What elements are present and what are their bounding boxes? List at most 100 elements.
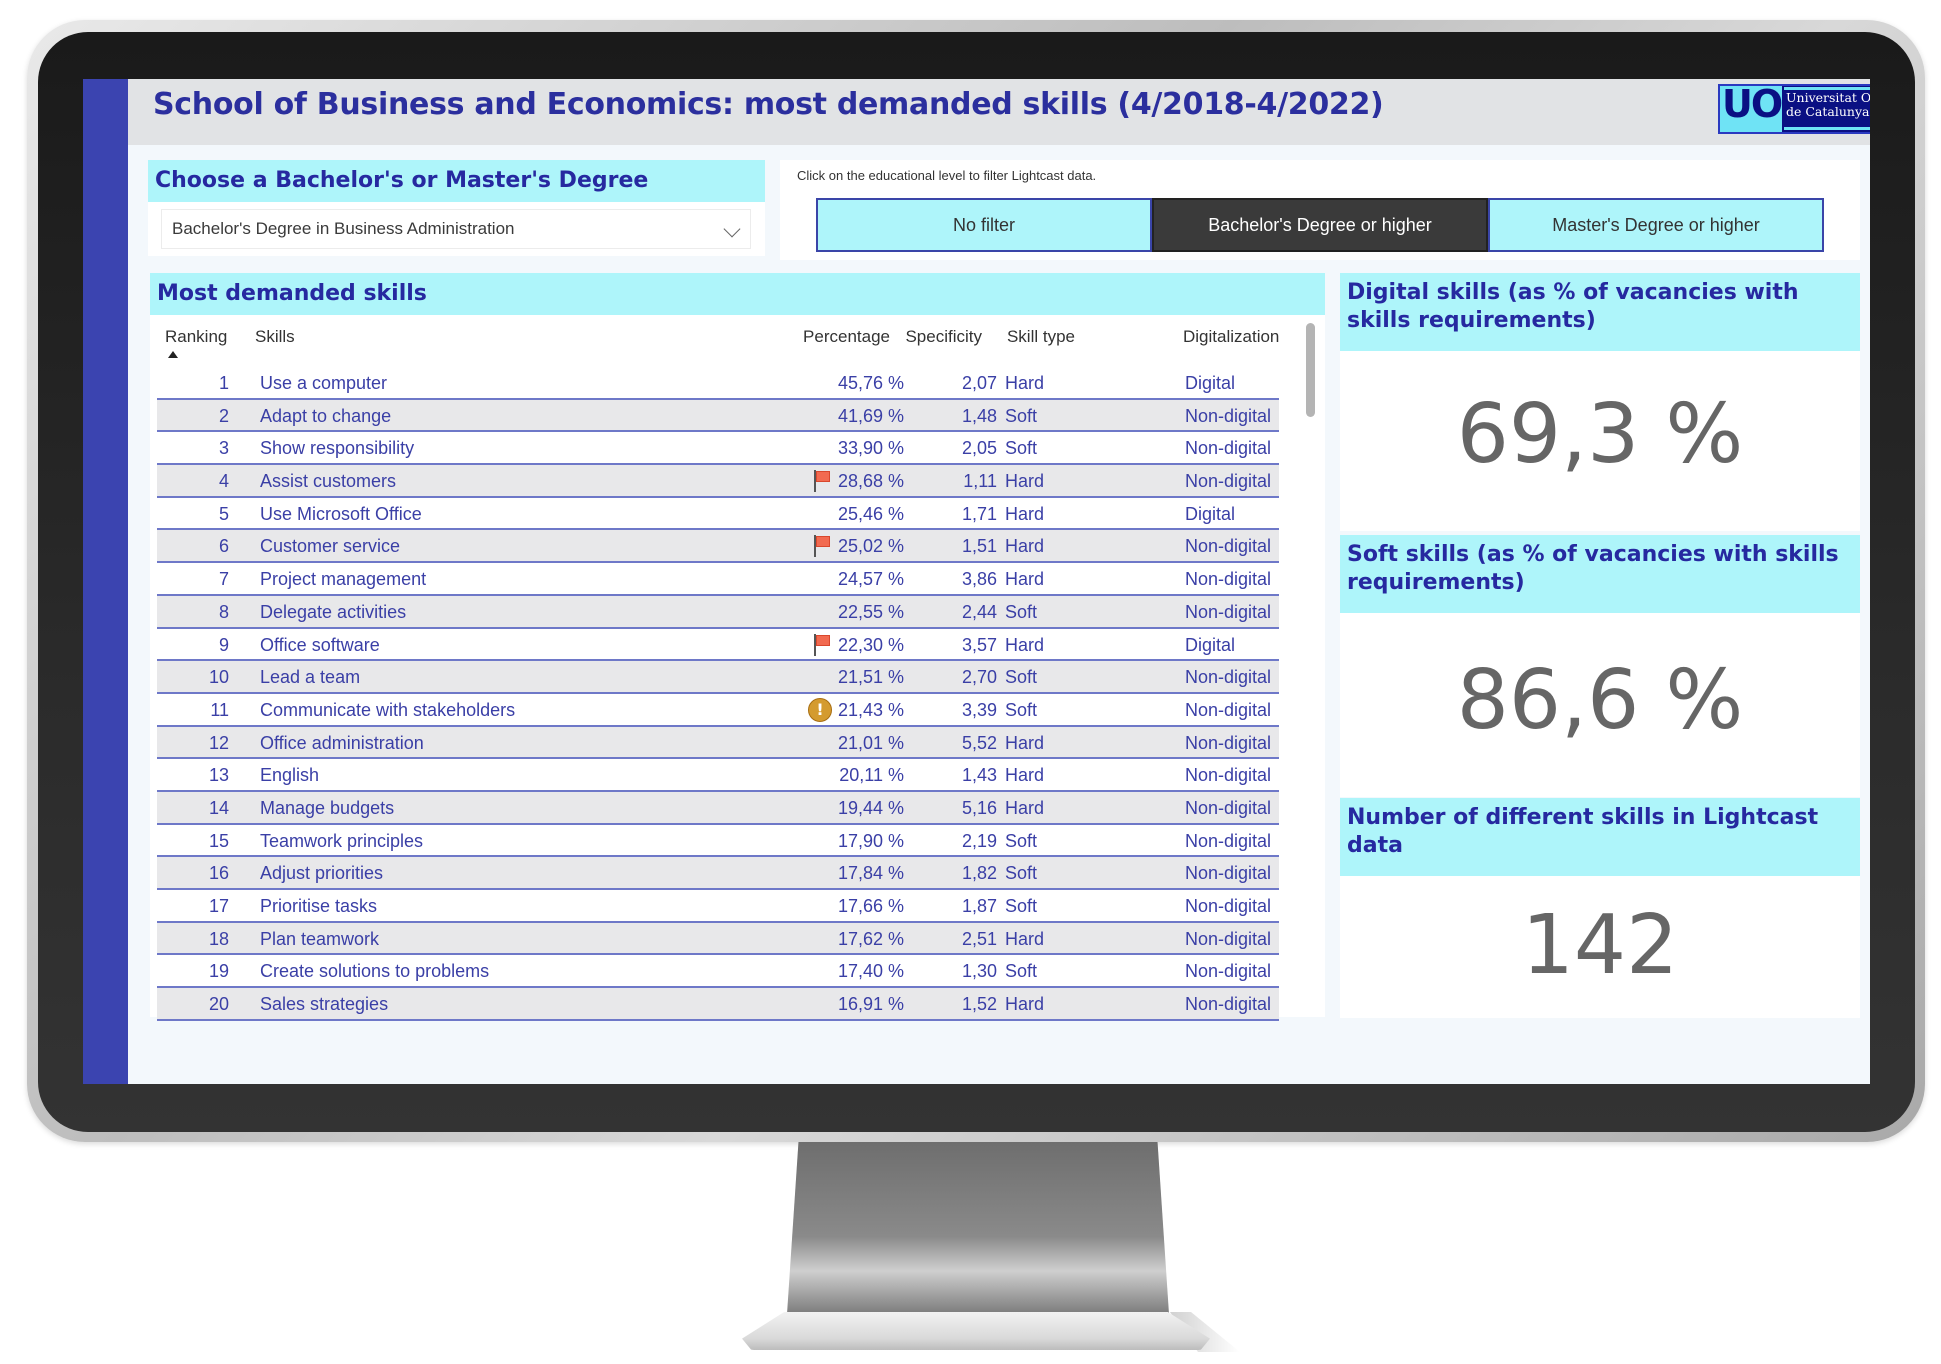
cell-ranking: 12 [208,732,229,753]
cell-skill: Teamwork principles [260,830,424,851]
education-filter-card: Click on the educational level to filter… [780,160,1860,260]
sort-ascending-icon [168,351,178,358]
column-header-skill-type[interactable]: Skill type [1007,327,1075,347]
cell-ranking: 9 [218,634,229,655]
cell-skill-type: Hard [1005,373,1045,393]
column-header-ranking[interactable]: Ranking [165,327,227,347]
table-scrollbar[interactable] [1306,323,1315,417]
cell-digitalization: Non-digital [1185,830,1272,851]
column-header-percentage[interactable]: Percentage [803,327,890,347]
cell-digitalization: Non-digital [1185,601,1272,622]
degree-dropdown[interactable]: Bachelor's Degree in Business Administra… [161,209,751,249]
cell-specificity: 2,19 [961,830,997,851]
cell-skill: Use Microsoft Office [260,503,422,524]
kpi-value: 69,3 % [1456,387,1744,482]
cell-skill: Delegate activities [260,601,407,622]
cell-specificity: 5,16 [961,797,997,818]
cell-ranking: 3 [218,438,229,459]
table-row[interactable]: 14 Manage budgets 19,44 % 5,16 Hard Non-digit… [157,791,1279,825]
cell-percentage: 24,57 % [837,569,904,590]
cell-ranking: 14 [208,797,229,818]
cell-ranking: 8 [218,601,229,622]
cell-specificity: 1,82 [961,863,997,884]
cell-percentage: 28,68 % [837,471,904,492]
cell-specificity: 3,57 [961,634,997,655]
table-row[interactable]: 7 Project management 24,57 % 3,86 Hard Non-di… [157,563,1279,596]
master-or-higher-button[interactable]: Master's Degree or higher [1488,198,1824,252]
dashboard-screen: School of Business and Economics: most d… [83,79,1870,1084]
cell-percentage: 21,01 % [837,732,904,753]
kpi-value: 86,6 % [1456,653,1744,748]
cell-digitalization: Non-digital [1185,471,1272,492]
column-header-skills[interactable]: Skills [255,327,295,347]
cell-specificity: 2,51 [961,928,997,949]
table-row[interactable]: 8 Delegate activities 22,55 % 2,44 Soft Non-d… [157,595,1279,629]
cell-ranking: 1 [218,373,229,393]
cell-specificity: 3,86 [961,569,997,590]
cell-ranking: 20 [208,994,229,1015]
filter-hint: Click on the educational level to filter… [797,168,1097,183]
table-row[interactable]: 5 Use Microsoft Office 25,46 % 1,71 Hard Digi… [157,498,1279,531]
table-row[interactable]: 20 Sales strategies 16,91 % 1,52 Hard Non-dig… [157,988,1279,1021]
cell-specificity: 1,48 [961,405,997,426]
table-row[interactable]: 17 Prioritise tasks 17,66 % 1,87 Soft Non-dig… [157,890,1279,923]
cell-specificity: 2,44 [961,601,997,622]
table-row[interactable]: 6 Customer service 25,02 % 1,51 Hard Non-digi… [157,530,1279,564]
table-row[interactable]: 15 Teamwork principles 17,90 % 2,19 Soft Non-… [157,825,1279,858]
no-filter-button[interactable]: No filter [816,198,1152,252]
column-header-digitalization[interactable]: Digitalization [1183,327,1279,347]
skills-table-card: Most demanded skills Ranking Skills Perc… [150,273,1325,1021]
table-row[interactable]: 2 Adapt to change 41,69 % 1,48 Soft Non-digit… [157,399,1279,433]
table-row[interactable]: 12 Office administration 21,01 % 5,52 Hard No… [157,726,1279,760]
uoc-logo: UOC Universitat Oberta de Catalunya [1718,82,1870,134]
cell-digitalization: Non-digital [1185,994,1272,1015]
table-row[interactable]: 19 Create solutions to problems 17,40 % 1,3… [157,955,1279,989]
cell-digitalization: Non-digital [1185,699,1272,720]
cell-skill: Office administration [260,732,424,753]
cell-skill-type: Soft [1005,830,1038,851]
cell-percentage: 17,90 % [837,830,904,851]
cell-skill-type: Soft [1005,863,1038,884]
cell-percentage: 17,62 % [837,928,904,949]
degree-selector-card: Choose a Bachelor's or Master's Degree B… [148,160,765,256]
table-row[interactable]: 3 Show responsibility 33,90 % 2,05 Soft Non-d… [157,432,1279,466]
logo-stripe-bottom [1784,127,1870,130]
cell-specificity: 1,30 [961,961,997,982]
cell-ranking: 6 [218,536,229,557]
cell-skill-type: Hard [1005,994,1045,1015]
cell-ranking: 11 [210,699,229,720]
cell-digitalization: Non-digital [1185,536,1272,557]
skills-table-heading: Most demanded skills [150,273,1325,315]
cell-ranking: 4 [218,471,229,492]
cell-specificity: 1,52 [961,994,997,1015]
cell-ranking: 7 [218,569,229,590]
cell-percentage: 25,46 % [837,503,904,524]
degree-dropdown-value: Bachelor's Degree in Business Administra… [172,219,515,238]
table-row[interactable]: 10 Lead a team 21,51 % 2,70 Soft Non-digital [157,661,1279,694]
cell-digitalization: Non-digital [1185,863,1272,884]
cell-percentage: 20,11 % [839,765,904,786]
table-row[interactable]: 13 English 20,11 % 1,43 Hard Non-digital [157,759,1279,792]
cell-digitalization: Non-digital [1185,797,1272,818]
bachelor-or-higher-button[interactable]: Bachelor's Degree or higher [1152,198,1488,252]
table-row[interactable]: 4 Assist customers 28,68 % 1,11 Hard Non-digi… [157,465,1279,498]
cell-ranking: 15 [208,830,229,851]
table-row[interactable]: 1 Use a computer 45,76 % 2,07 Hard Digital [157,367,1279,400]
cell-skill-type: Hard [1005,797,1045,818]
cell-skill-type: Hard [1005,503,1045,524]
page-title: School of Business and Economics: most d… [153,87,1384,122]
cell-skill-type: Soft [1005,699,1038,720]
table-row[interactable]: 18 Plan teamwork 17,62 % 2,51 Hard Non-digita… [157,922,1279,956]
cell-skill: English [260,765,320,786]
table-row[interactable]: 11 Communicate with stakeholders 21,43 % 3,… [157,694,1279,727]
column-header-specificity[interactable]: Specificity [905,327,982,347]
table-row[interactable]: 9 Office software 22,30 % 3,57 Hard Digital [157,629,1279,662]
cell-percentage: 17,84 % [837,863,904,884]
cell-skill: Adapt to change [260,405,392,426]
table-row[interactable]: 16 Adjust priorities 17,84 % 1,82 Soft Non-di… [157,857,1279,890]
monitor-stand-neck [787,1142,1169,1314]
cell-skill-type: Hard [1005,471,1045,492]
cell-digitalization: Non-digital [1185,405,1272,426]
cell-percentage: 33,90 % [837,438,904,459]
cell-skill: Assist customers [260,471,397,492]
